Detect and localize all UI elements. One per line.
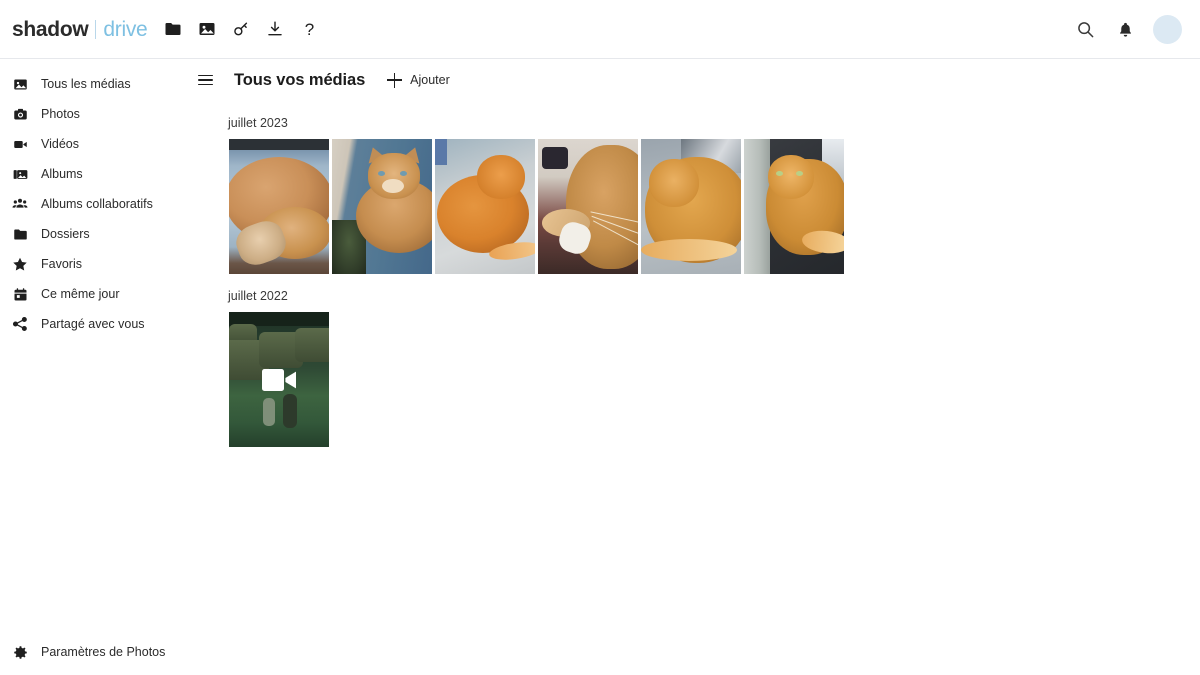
help-icon[interactable]: ? xyxy=(297,17,321,41)
main-content: Tous vos médias Ajouter juillet 2023 jui… xyxy=(190,59,1200,675)
sidebar-item-on-this-day[interactable]: Ce même jour xyxy=(0,279,190,309)
sidebar-item-label: Paramètres de Photos xyxy=(41,645,166,659)
help-question-mark: ? xyxy=(304,19,315,39)
logo-divider xyxy=(95,19,97,39)
sidebar-item-label: Favoris xyxy=(41,257,82,271)
photo-thumbnail xyxy=(744,139,844,274)
sidebar-item-label: Partagé avec vous xyxy=(41,317,145,331)
media-tile-photo[interactable] xyxy=(744,139,844,274)
sidebar-item-shared-with-you[interactable]: Partagé avec vous xyxy=(0,309,190,339)
main-header: Tous vos médias Ajouter xyxy=(190,59,1200,101)
hamburger-menu-icon[interactable] xyxy=(198,69,220,91)
sidebar-item-photos[interactable]: Photos xyxy=(0,99,190,129)
sidebar-item-label: Ce même jour xyxy=(41,287,120,301)
logo-text-primary: shadow xyxy=(12,17,89,41)
media-group-label: juillet 2022 xyxy=(228,289,288,303)
folder-icon xyxy=(10,224,30,244)
media-group-label: juillet 2023 xyxy=(228,116,288,130)
sidebar-item-collaborative-albums[interactable]: Albums collaboratifs xyxy=(0,189,190,219)
all-media-icon xyxy=(10,74,30,94)
sidebar-item-albums[interactable]: Albums xyxy=(0,159,190,189)
sidebar-item-folders[interactable]: Dossiers xyxy=(0,219,190,249)
video-thumbnail xyxy=(229,312,329,447)
albums-icon xyxy=(10,164,30,184)
search-icon[interactable] xyxy=(1073,17,1097,41)
sidebar-item-label: Dossiers xyxy=(41,227,90,241)
gear-icon xyxy=(10,642,30,662)
sidebar-item-label: Vidéos xyxy=(41,137,79,151)
add-button-label: Ajouter xyxy=(410,73,450,87)
image-icon[interactable] xyxy=(195,17,219,41)
photo-thumbnail xyxy=(641,139,741,274)
sidebar-item-label: Tous les médias xyxy=(41,77,131,91)
share-icon xyxy=(10,314,30,334)
app-logo[interactable]: shadow drive xyxy=(12,17,148,42)
top-nav-icons: ? xyxy=(161,17,321,41)
camera-icon xyxy=(10,104,30,124)
sidebar-item-all-media[interactable]: Tous les médias xyxy=(0,69,190,99)
media-tile-photo[interactable] xyxy=(641,139,741,274)
photo-thumbnail xyxy=(332,139,432,274)
avatar[interactable] xyxy=(1153,14,1182,44)
logo-text-secondary: drive xyxy=(103,17,148,41)
download-icon[interactable] xyxy=(263,17,287,41)
people-group-icon xyxy=(10,194,30,214)
top-bar: shadow drive ? xyxy=(0,0,1200,59)
photo-thumbnail xyxy=(229,139,329,274)
media-tile-photo[interactable] xyxy=(332,139,432,274)
sidebar-item-label: Photos xyxy=(41,107,80,121)
media-tile-photo[interactable] xyxy=(538,139,638,274)
folder-icon[interactable] xyxy=(161,17,185,41)
plus-icon xyxy=(387,72,403,88)
media-tile-photo[interactable] xyxy=(435,139,535,274)
page-title: Tous vos médias xyxy=(234,70,366,89)
notification-bell-icon[interactable] xyxy=(1113,17,1137,41)
star-icon xyxy=(10,254,30,274)
calendar-icon xyxy=(10,284,30,304)
photo-thumbnail xyxy=(435,139,535,274)
media-grid-2022 xyxy=(190,312,1200,447)
sidebar-item-favorites[interactable]: Favoris xyxy=(0,249,190,279)
sidebar: Tous les médias Photos Vidéos Albums Alb… xyxy=(0,59,190,675)
media-tile-video[interactable] xyxy=(229,312,329,447)
sidebar-item-videos[interactable]: Vidéos xyxy=(0,129,190,159)
media-tile-photo[interactable] xyxy=(229,139,329,274)
key-icon[interactable] xyxy=(229,17,253,41)
photo-thumbnail xyxy=(538,139,638,274)
sidebar-item-photo-settings[interactable]: Paramètres de Photos xyxy=(0,637,190,667)
add-button[interactable]: Ajouter xyxy=(387,72,450,88)
top-bar-right-actions xyxy=(1073,14,1182,44)
sidebar-footer: Paramètres de Photos xyxy=(0,637,190,667)
media-grid-2023 xyxy=(190,139,1200,274)
video-camera-icon xyxy=(10,134,30,154)
sidebar-item-label: Albums xyxy=(41,167,83,181)
sidebar-item-label: Albums collaboratifs xyxy=(41,197,153,211)
